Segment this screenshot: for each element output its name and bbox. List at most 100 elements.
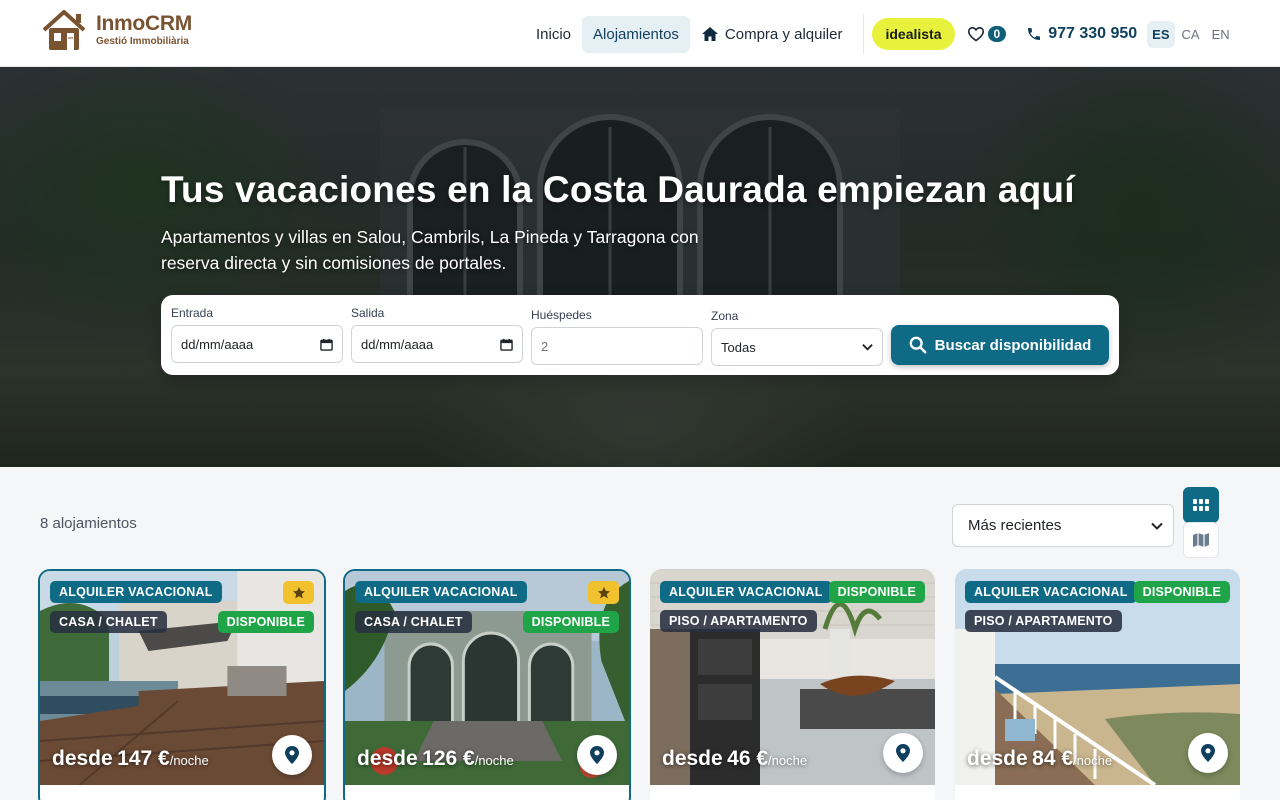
house-logo-icon: [42, 10, 86, 50]
checkout-field-group: Salida dd/mm/aaaa: [351, 306, 523, 363]
zone-value: Todas: [721, 339, 756, 355]
category-badge: PISO / APARTAMENTO: [660, 610, 817, 632]
checkout-value: dd/mm/aaaa: [361, 336, 434, 352]
calendar-icon: [500, 338, 513, 351]
favorites-count-badge: 0: [987, 26, 1007, 42]
brand-tagline: Gestió Immobiliària: [96, 36, 189, 47]
price-label: desde 126 €/noche: [357, 747, 514, 771]
home-icon: [701, 27, 718, 41]
map-icon: [1193, 533, 1209, 547]
checkout-label: Salida: [351, 306, 385, 320]
nav-inicio[interactable]: Inicio: [525, 16, 582, 53]
map-pin-button[interactable]: [272, 735, 312, 775]
price-prefix: desde: [967, 747, 1028, 770]
map-pin-icon: [285, 746, 299, 764]
brand-name: InmoCRM: [96, 12, 192, 35]
map-pin-button[interactable]: [1188, 733, 1228, 773]
category-badge: CASA / CHALET: [355, 611, 472, 633]
top-navbar: InmoCRM Gestió Immobiliària Inicio Aloja…: [0, 0, 1280, 67]
phone-icon: [1028, 28, 1041, 40]
availability-badge: DISPONIBLE: [522, 611, 619, 633]
category-badge: PISO / APARTAMENTO: [965, 610, 1122, 632]
property-card[interactable]: ALQUILER VACACIONAL CASA / CHALET DISPON…: [343, 569, 631, 800]
search-button-label: Buscar disponibilidad: [934, 336, 1092, 354]
price-unit: /noche: [1073, 753, 1113, 768]
idealista-button[interactable]: idealista: [872, 18, 955, 50]
language-switcher: ES CA EN: [1147, 20, 1235, 48]
checkin-date-input[interactable]: dd/mm/aaaa: [171, 325, 343, 363]
price-prefix: desde: [357, 747, 418, 770]
price-value: 46 €: [727, 747, 769, 770]
hero-title: Tus vacaciones en la Costa Daurada empie…: [161, 169, 1075, 210]
zone-field-group: Zona Todas: [711, 309, 883, 366]
sort-select[interactable]: Más recientes: [952, 504, 1174, 547]
price-prefix: desde: [52, 747, 113, 770]
zone-label: Zona: [711, 309, 739, 323]
hero-subtitle: Apartamentos y villas en Salou, Cambrils…: [161, 227, 699, 273]
nav-divider: [863, 14, 865, 54]
price-unit: /noche: [768, 753, 808, 768]
rental-type-badge: ALQUILER VACACIONAL: [355, 581, 527, 603]
nav-alojamientos-label: Alojamientos: [593, 25, 679, 43]
availability-badge: DISPONIBLE: [1133, 581, 1230, 603]
heart-icon: [967, 27, 984, 42]
star-icon: [597, 586, 610, 598]
grid-icon: [1193, 499, 1209, 511]
chevron-down-icon: [1151, 522, 1163, 530]
rental-type-badge: ALQUILER VACACIONAL: [50, 581, 222, 603]
phone-link[interactable]: 977 330 950: [1026, 25, 1137, 43]
price-value: 126 €: [422, 747, 475, 770]
star-icon: [292, 586, 305, 598]
price-value: 84 €: [1032, 747, 1074, 770]
sort-value: Más recientes: [968, 517, 1062, 534]
map-view-button[interactable]: [1183, 522, 1219, 558]
brand-logo[interactable]: InmoCRM Gestió Immobiliària: [40, 8, 192, 52]
main-nav: Inicio Alojamientos Compra y alquiler id…: [525, 14, 1235, 54]
hero-banner: Tus vacaciones en la Costa Daurada empie…: [0, 67, 1280, 467]
checkin-field-group: Entrada dd/mm/aaaa: [171, 306, 343, 363]
property-card[interactable]: ALQUILER VACACIONAL CASA / CHALET DISPON…: [38, 569, 326, 800]
lang-ca[interactable]: CA: [1177, 21, 1205, 48]
property-card[interactable]: ALQUILER VACACIONAL DISPONIBLE PISO / AP…: [955, 569, 1240, 800]
lang-en[interactable]: EN: [1207, 21, 1235, 48]
featured-badge: [588, 581, 619, 604]
map-pin-button[interactable]: [883, 733, 923, 773]
availability-search-form: Entrada dd/mm/aaaa Salida dd/mm/aaaa Hué…: [161, 295, 1119, 375]
favorites-button[interactable]: 0: [967, 26, 1007, 42]
map-pin-icon: [896, 744, 910, 762]
availability-badge: DISPONIBLE: [217, 611, 314, 633]
category-badge: CASA / CHALET: [50, 611, 167, 633]
guests-placeholder: 2: [541, 338, 549, 354]
zone-select[interactable]: Todas: [711, 328, 883, 366]
map-pin-icon: [1201, 744, 1215, 762]
property-card[interactable]: ALQUILER VACACIONAL DISPONIBLE PISO / AP…: [650, 569, 935, 800]
nav-inicio-label: Inicio: [536, 25, 572, 43]
search-icon: [909, 336, 927, 354]
nav-alojamientos[interactable]: Alojamientos: [582, 15, 690, 53]
checkin-label: Entrada: [171, 306, 214, 320]
nav-compra-alquiler[interactable]: Compra y alquiler: [690, 16, 854, 53]
search-availability-button[interactable]: Buscar disponibilidad: [891, 325, 1109, 365]
price-label: desde 84 €/noche: [967, 747, 1112, 771]
calendar-icon: [320, 338, 333, 351]
checkin-value: dd/mm/aaaa: [181, 336, 254, 352]
results-count: 8 alojamientos: [40, 515, 137, 532]
chevron-down-icon: [862, 344, 873, 351]
price-unit: /noche: [169, 753, 209, 768]
grid-view-button[interactable]: [1183, 487, 1219, 523]
map-pin-icon: [590, 746, 604, 764]
checkout-date-input[interactable]: dd/mm/aaaa: [351, 325, 523, 363]
map-pin-button[interactable]: [577, 735, 617, 775]
rental-type-badge: ALQUILER VACACIONAL: [660, 581, 832, 603]
price-prefix: desde: [662, 747, 723, 770]
price-value: 147 €: [117, 747, 170, 770]
guests-label: Huéspedes: [531, 308, 592, 322]
lang-es[interactable]: ES: [1147, 20, 1175, 48]
rental-type-badge: ALQUILER VACACIONAL: [965, 581, 1137, 603]
availability-badge: DISPONIBLE: [828, 581, 925, 603]
nav-compra-alquiler-label: Compra y alquiler: [724, 25, 843, 43]
price-label: desde 147 €/noche: [52, 747, 209, 771]
guests-input[interactable]: 2: [531, 327, 703, 365]
price-label: desde 46 €/noche: [662, 747, 807, 771]
phone-number: 977 330 950: [1048, 25, 1138, 42]
